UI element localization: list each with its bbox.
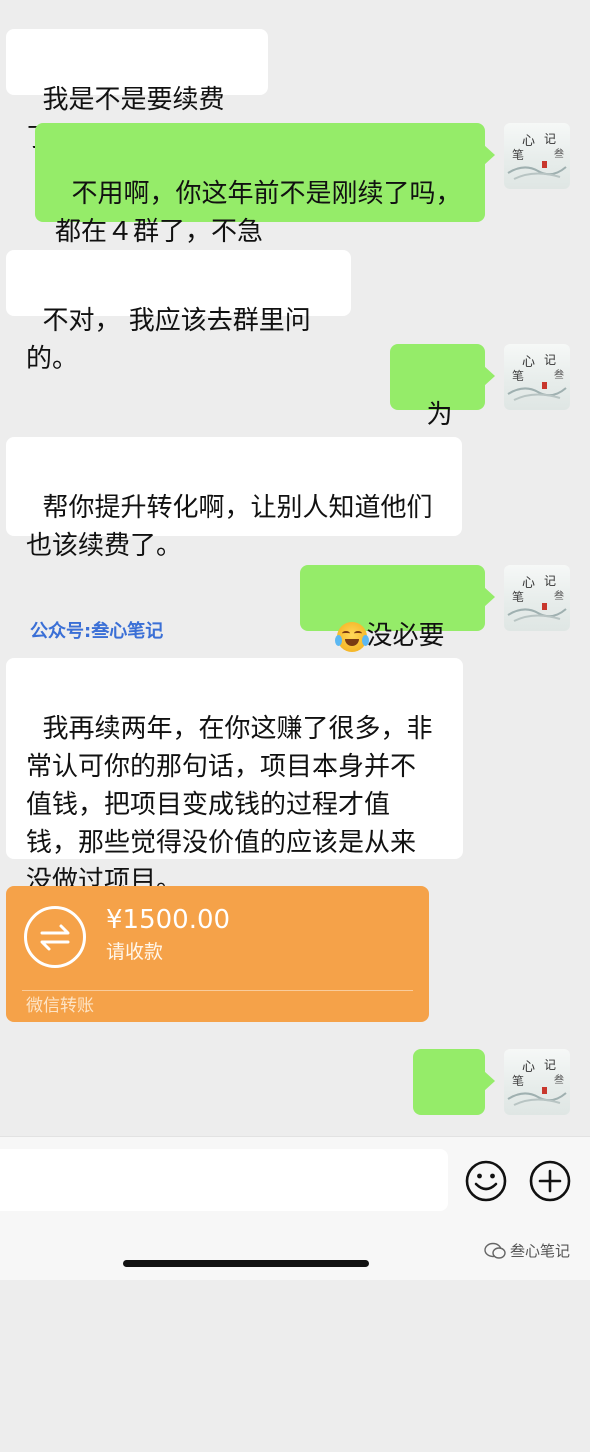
svg-text:心: 心 (522, 134, 535, 149)
transfer-brand-label: 微信转账 (26, 996, 94, 1016)
svg-text:叁: 叁 (554, 1073, 564, 1086)
svg-text:笔: 笔 (512, 589, 524, 604)
message-text: 不用啊，你这年前不是刚续了吗， 都在４群了，不急 (55, 179, 462, 247)
message-bubble-right[interactable]: 不用啊，你这年前不是刚续了吗， 都在４群了，不急 (35, 123, 495, 247)
transfer-arrows-icon (24, 906, 86, 968)
svg-text:记: 记 (544, 1058, 556, 1072)
svg-text:笔: 笔 (512, 147, 524, 162)
avatar[interactable]: 心 笔 记 叁 (504, 123, 570, 189)
corner-watermark: 叁心笔记 (484, 1240, 570, 1261)
svg-text:叁: 叁 (554, 589, 564, 602)
svg-text:记: 记 (544, 132, 556, 146)
svg-text:笔: 笔 (512, 1073, 524, 1088)
message-bubble-left[interactable]: 帮你提升转化啊，让别人知道他们 也该续费了。 (6, 437, 462, 561)
svg-text:记: 记 (544, 574, 556, 588)
svg-text:心: 心 (522, 355, 535, 370)
svg-text:叁: 叁 (554, 147, 564, 160)
corner-watermark-text: 叁心笔记 (510, 1242, 571, 1260)
transfer-divider (22, 990, 413, 991)
avatar[interactable]: 心 笔 记 叁 (504, 565, 570, 631)
loudly-crying-face-icon (334, 621, 369, 652)
transfer-amount: ¥1500.00 (106, 905, 231, 935)
avatar[interactable]: 心 笔 记 叁 (504, 1049, 570, 1115)
message-bubble-right[interactable] (413, 1049, 495, 1178)
svg-text:笔: 笔 (512, 368, 524, 383)
message-bubble-left[interactable]: 我是不是要续费了 (6, 29, 268, 153)
avatar-calligraphy-image: 心 笔 记 叁 (507, 1058, 567, 1106)
svg-text:心: 心 (522, 576, 535, 591)
svg-text:叁: 叁 (554, 368, 564, 381)
wechat-logo-icon (484, 1242, 506, 1259)
avatar-calligraphy-image: 心 笔 记 叁 (507, 132, 567, 180)
message-text: 帮你提升转化啊，让别人知道他们 也该续费了。 (26, 493, 433, 561)
watermark-text: 公众号:叁心笔记 (30, 621, 164, 642)
message-bubble-left[interactable]: 不对， 我应该去群里问的。 (6, 250, 351, 374)
home-indicator (123, 1260, 369, 1267)
avatar-calligraphy-image: 心 笔 记 叁 (507, 353, 567, 401)
message-text: 我再续两年，在你这赚了很多，非 常认可你的那句话，项目本身并不 值钱，把项目变成… (26, 714, 433, 896)
transfer-status: 请收款 (106, 941, 164, 963)
message-text: 不对， 我应该去群里问的。 (26, 306, 311, 374)
wechat-transfer-card[interactable]: ¥1500.00 请收款 微信转账 (6, 886, 429, 1022)
plus-icon[interactable] (528, 1159, 572, 1203)
emoji-face-icon[interactable] (464, 1159, 508, 1203)
message-bubble-left[interactable]: 我再续两年，在你这赚了很多，非 常认可你的那句话，项目本身并不 值钱，把项目变成… (6, 658, 463, 896)
message-bubble-right[interactable]: 为啥 (390, 344, 495, 468)
svg-text:心: 心 (522, 1060, 535, 1075)
svg-text:记: 记 (544, 353, 556, 367)
message-input[interactable] (0, 1149, 448, 1211)
avatar[interactable]: 心 笔 记 叁 (504, 344, 570, 410)
message-bubble-right[interactable]: 没必要啊 (300, 565, 495, 689)
avatar-calligraphy-image: 心 笔 记 叁 (507, 574, 567, 622)
